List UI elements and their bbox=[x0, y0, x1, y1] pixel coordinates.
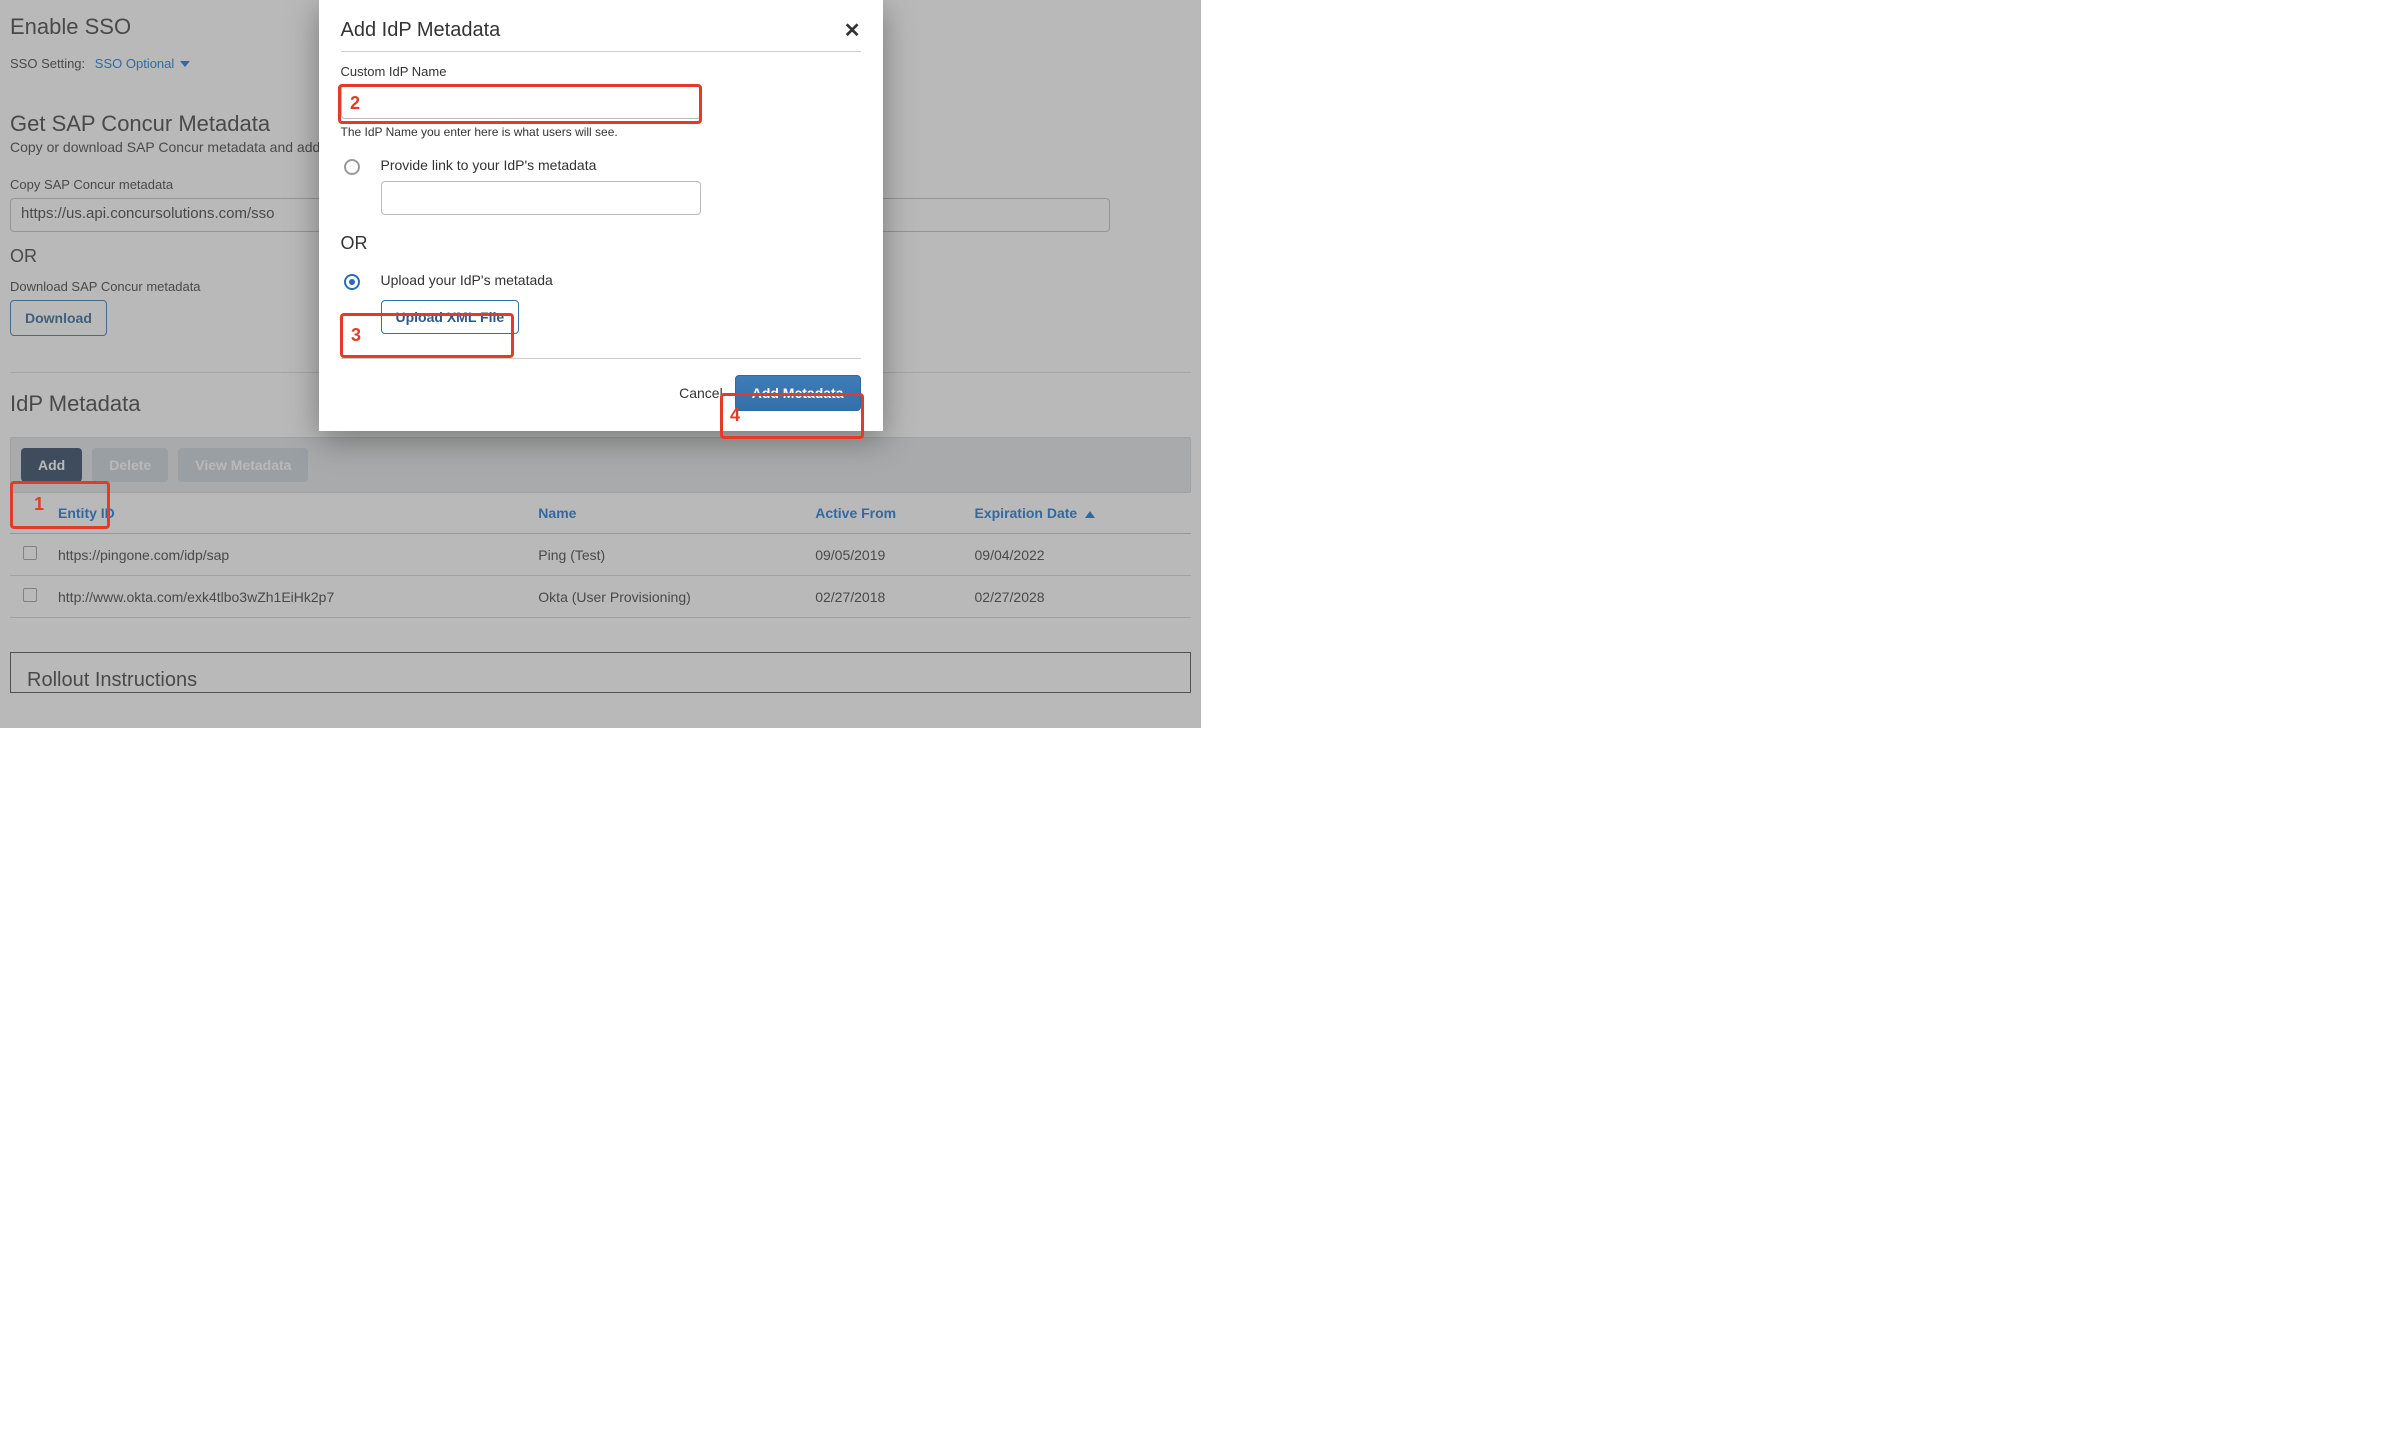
or-text-modal: OR bbox=[341, 233, 861, 254]
provide-link-input[interactable] bbox=[381, 181, 701, 215]
upload-metadata-label: Upload your IdP's metatada bbox=[381, 272, 861, 288]
provide-link-label: Provide link to your IdP's metadata bbox=[381, 157, 861, 173]
custom-idp-name-help: The IdP Name you enter here is what user… bbox=[341, 125, 861, 139]
modal-title: Add IdP Metadata bbox=[341, 19, 501, 42]
close-icon[interactable]: ✕ bbox=[844, 18, 861, 43]
add-idp-metadata-modal: Add IdP Metadata ✕ Custom IdP Name The I… bbox=[319, 0, 883, 431]
cancel-button[interactable]: Cancel bbox=[679, 385, 723, 401]
upload-xml-button[interactable]: Upload XML File bbox=[381, 300, 520, 334]
custom-idp-name-label: Custom IdP Name bbox=[341, 64, 861, 79]
add-metadata-button[interactable]: Add Metadata bbox=[735, 375, 861, 411]
custom-idp-name-input[interactable] bbox=[341, 85, 701, 119]
upload-metadata-radio[interactable] bbox=[344, 274, 360, 290]
provide-link-radio[interactable] bbox=[344, 159, 360, 175]
